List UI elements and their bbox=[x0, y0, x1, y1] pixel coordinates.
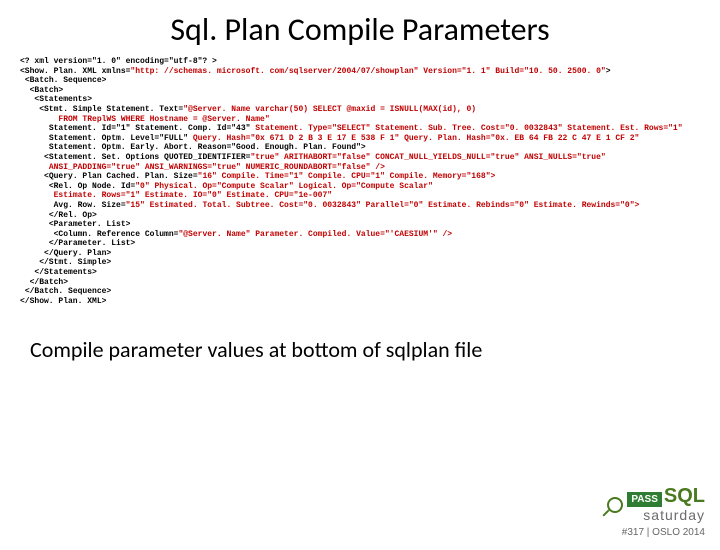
batchseq-open: <Batch. Sequence> bbox=[20, 76, 106, 85]
relop-close: </Rel. Op> bbox=[20, 211, 97, 220]
stmt-text-cont: FROM TReplWS WHERE Hostname = @Server. N… bbox=[20, 115, 270, 124]
paramlist-open: <Parameter. List> bbox=[20, 220, 130, 229]
sql-label: SQL bbox=[664, 485, 705, 507]
setoptions: <Statement. Set. Options QUOTED_IDENTIFI… bbox=[20, 153, 606, 162]
xml-code-block: <? xml version="1. 0" encoding="utf-8"? … bbox=[0, 57, 720, 306]
setoptions2: ANSI_PADDING="true" ANSI_WARNINGS="true"… bbox=[20, 163, 385, 172]
batchseq-close: </Batch. Sequence> bbox=[20, 287, 111, 296]
stmt-optm: Statement. Optm. Level="FULL" Query. Has… bbox=[20, 134, 639, 143]
magnifier-icon bbox=[605, 497, 623, 515]
showplan-open: <Show. Plan. XML xmlns="http: //schemas.… bbox=[20, 67, 611, 76]
footer-note: Compile parameter values at bottom of sq… bbox=[30, 336, 720, 363]
statements-open: <Statements> bbox=[20, 95, 92, 104]
avgrow: Avg. Row. Size="15" Estimated. Total. Su… bbox=[20, 201, 639, 210]
paramlist-close: </Parameter. List> bbox=[20, 239, 135, 248]
pass-badge: PASS bbox=[627, 492, 662, 507]
batch-close: </Batch> bbox=[20, 278, 68, 287]
stmt-abort: Statement. Optm. Early. Abort. Reason="G… bbox=[20, 143, 366, 152]
xml-declaration: <? xml version="1. 0" encoding="utf-8"? … bbox=[20, 57, 217, 66]
saturday-label: saturday bbox=[643, 507, 705, 523]
event-logo: PASSSQL saturday #317 | OSLO 2014 bbox=[605, 487, 705, 538]
relop-open: <Rel. Op Node. Id="0" Physical. Op="Comp… bbox=[20, 182, 433, 191]
batch-open: <Batch> bbox=[20, 86, 63, 95]
statements-close: </Statements> bbox=[20, 268, 97, 277]
stmtsimple-close: </Stmt. Simple> bbox=[20, 258, 111, 267]
stmtsimple-line: <Stmt. Simple Statement. Text="@Server. … bbox=[20, 105, 476, 114]
slide-title: Sql. Plan Compile Parameters bbox=[0, 10, 720, 49]
stmt-ids: Statement. Id="1" Statement. Comp. Id="4… bbox=[20, 124, 683, 133]
queryplan-close: </Query. Plan> bbox=[20, 249, 111, 258]
estimates: Estimate. Rows="1" Estimate. IO="0" Esti… bbox=[20, 191, 332, 200]
colref: <Column. Reference Column="@Server. Name… bbox=[20, 230, 452, 239]
event-code: #317 | OSLO 2014 bbox=[605, 527, 705, 538]
showplan-close: </Show. Plan. XML> bbox=[20, 297, 106, 306]
queryplan-open: <Query. Plan Cached. Plan. Size="16" Com… bbox=[20, 172, 495, 181]
